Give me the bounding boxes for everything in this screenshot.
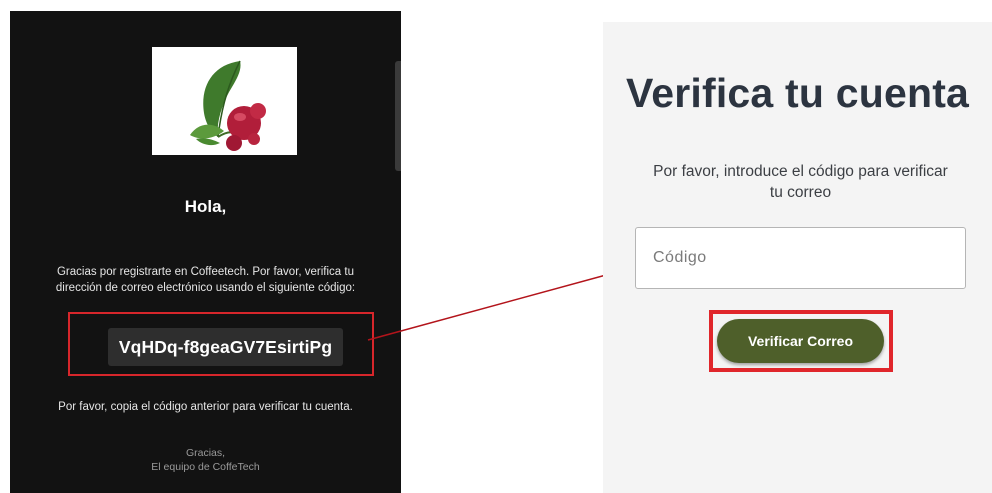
verify-subtitle-line: Por favor, introduce el código para veri… (653, 163, 948, 180)
verify-subtitle-line: tu correo (769, 184, 832, 201)
figure-stage: Hola, Gracias por registrarte en Coffeet… (0, 0, 992, 493)
verify-account-panel: Verifica tu cuenta Por favor, introduce … (603, 22, 992, 493)
email-body-line: dirección de correo electrónico usando e… (55, 282, 356, 294)
verify-email-button[interactable]: Verificar Correo (717, 319, 884, 363)
scrollbar[interactable] (395, 61, 401, 171)
email-signoff: Gracias, (185, 447, 226, 459)
verification-email: Hola, Gracias por registrarte en Coffeet… (10, 11, 401, 493)
page-title: Verifica tu cuenta (625, 70, 970, 116)
copy-instruction: Por favor, copia el código anterior para… (58, 401, 353, 413)
email-greeting: Hola, (184, 197, 227, 216)
coffee-leaf-logo-icon (190, 60, 266, 151)
coffeetech-logo (152, 47, 297, 155)
verification-code[interactable]: VqHDq-f8geaGV7EsirtiPg (108, 328, 343, 366)
email-team-signature: El equipo de CoffeTech (151, 461, 260, 473)
email-body: Gracias por registrarte en Coffeetech. P… (10, 264, 401, 296)
verify-subtitle: Por favor, introduce el código para veri… (618, 161, 983, 203)
code-input[interactable] (635, 227, 966, 289)
email-body-line: Gracias por registrarte en Coffeetech. P… (56, 266, 354, 278)
